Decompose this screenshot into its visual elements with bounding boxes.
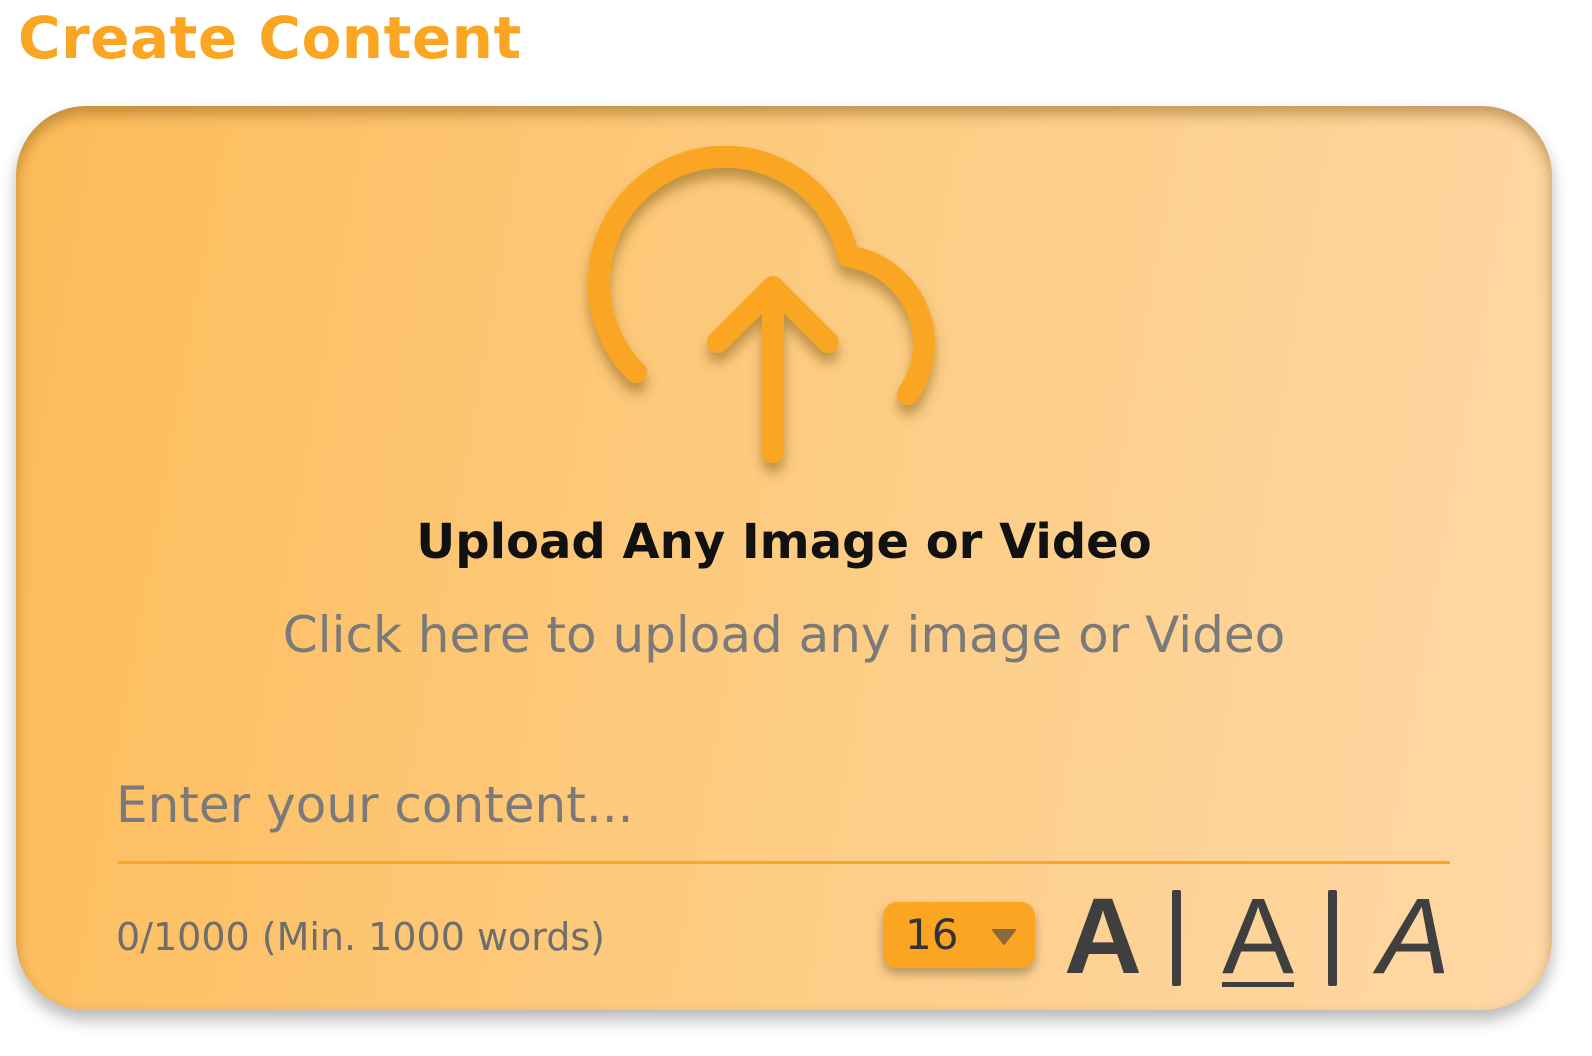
- toolbar-divider: [1172, 890, 1181, 986]
- create-content-card: Upload Any Image or Video Click here to …: [16, 106, 1552, 1010]
- bold-button[interactable]: A: [1064, 882, 1142, 990]
- upload-dropzone[interactable]: Upload Any Image or Video Click here to …: [16, 106, 1552, 666]
- underline-button[interactable]: A: [1222, 882, 1300, 990]
- underline-mark: [1222, 982, 1294, 987]
- caret-down-icon: [992, 929, 1016, 945]
- font-size-value: 16: [905, 910, 959, 959]
- content-input[interactable]: [116, 766, 1448, 844]
- page-title: Create Content: [18, 4, 522, 72]
- word-counter: 0/1000 (Min. 1000 words): [116, 915, 605, 959]
- upload-subtitle[interactable]: Click here to upload any image or Video: [16, 602, 1552, 668]
- font-size-select[interactable]: 16: [883, 902, 1035, 968]
- input-underline: [118, 861, 1450, 864]
- italic-button[interactable]: A: [1378, 882, 1450, 990]
- cloud-upload-icon: [587, 146, 935, 463]
- upload-title: Upload Any Image or Video: [416, 514, 1152, 570]
- toolbar-divider: [1328, 890, 1337, 986]
